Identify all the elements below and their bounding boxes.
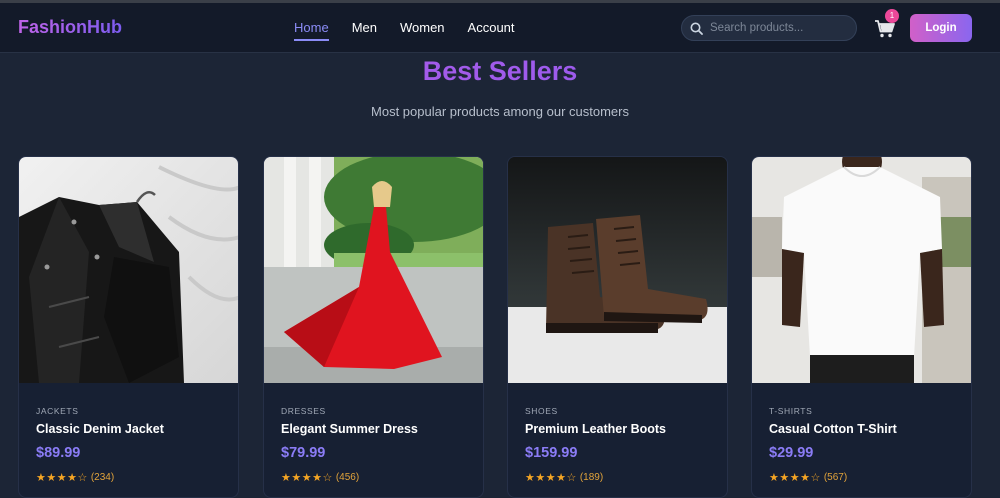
product-card-dress[interactable]: DRESSES Elegant Summer Dress $79.99 ★★★★… [263, 156, 484, 498]
product-category: DRESSES [281, 406, 326, 416]
product-rating: ★★★★☆ (567) [769, 471, 847, 484]
star-rating-icon: ★★★★☆ [769, 472, 821, 484]
product-image-jacket[interactable] [19, 157, 238, 383]
product-price: $159.99 [525, 445, 578, 461]
product-card-tshirt[interactable]: T-SHIRTS Casual Cotton T-Shirt $29.99 ★★… [751, 156, 972, 498]
navbar: FashionHub Home Men Women Account [0, 3, 1000, 53]
product-name[interactable]: Casual Cotton T-Shirt [769, 422, 897, 436]
nav-link-account[interactable]: Account [468, 20, 515, 39]
review-count: (456) [335, 472, 360, 483]
nav-link-women[interactable]: Women [400, 20, 445, 39]
product-name[interactable]: Premium Leather Boots [525, 422, 666, 436]
product-price: $89.99 [36, 445, 81, 461]
search-box[interactable] [681, 15, 857, 41]
star-rating-icon: ★★★★☆ [36, 472, 88, 484]
section-title: Best Sellers [0, 56, 1000, 87]
product-rating: ★★★★☆ (234) [36, 471, 114, 484]
review-count: (234) [90, 472, 115, 483]
login-button[interactable]: Login [910, 14, 972, 42]
product-image-dress[interactable] [264, 157, 483, 383]
main-nav: Home Men Women Account [294, 20, 515, 41]
search-icon [690, 22, 703, 35]
product-image-tshirt[interactable] [752, 157, 971, 383]
nav-link-men[interactable]: Men [352, 20, 377, 39]
review-count: (189) [579, 472, 604, 483]
review-count: (567) [823, 472, 848, 483]
product-category: T-SHIRTS [769, 406, 813, 416]
product-price: $79.99 [281, 445, 326, 461]
product-card-boots[interactable]: SHOES Premium Leather Boots $159.99 ★★★★… [507, 156, 728, 498]
brand-logo[interactable]: FashionHub [18, 17, 122, 38]
star-rating-icon: ★★★★☆ [281, 472, 333, 484]
product-name[interactable]: Classic Denim Jacket [36, 422, 164, 436]
product-category: JACKETS [36, 406, 79, 416]
product-rating: ★★★★☆ (189) [525, 471, 603, 484]
product-price: $29.99 [769, 445, 814, 461]
star-rating-icon: ★★★★☆ [525, 472, 577, 484]
product-rating: ★★★★☆ (456) [281, 471, 359, 484]
product-image-boots[interactable] [508, 157, 727, 383]
product-category: SHOES [525, 406, 558, 416]
product-card-jacket[interactable]: JACKETS Classic Denim Jacket $89.99 ★★★★… [18, 156, 239, 498]
search-input[interactable] [710, 22, 840, 34]
nav-link-home[interactable]: Home [294, 20, 329, 41]
section-subtitle: Most popular products among our customer… [371, 104, 629, 119]
product-name[interactable]: Elegant Summer Dress [281, 422, 418, 436]
cart-count-badge: 1 [885, 9, 899, 23]
